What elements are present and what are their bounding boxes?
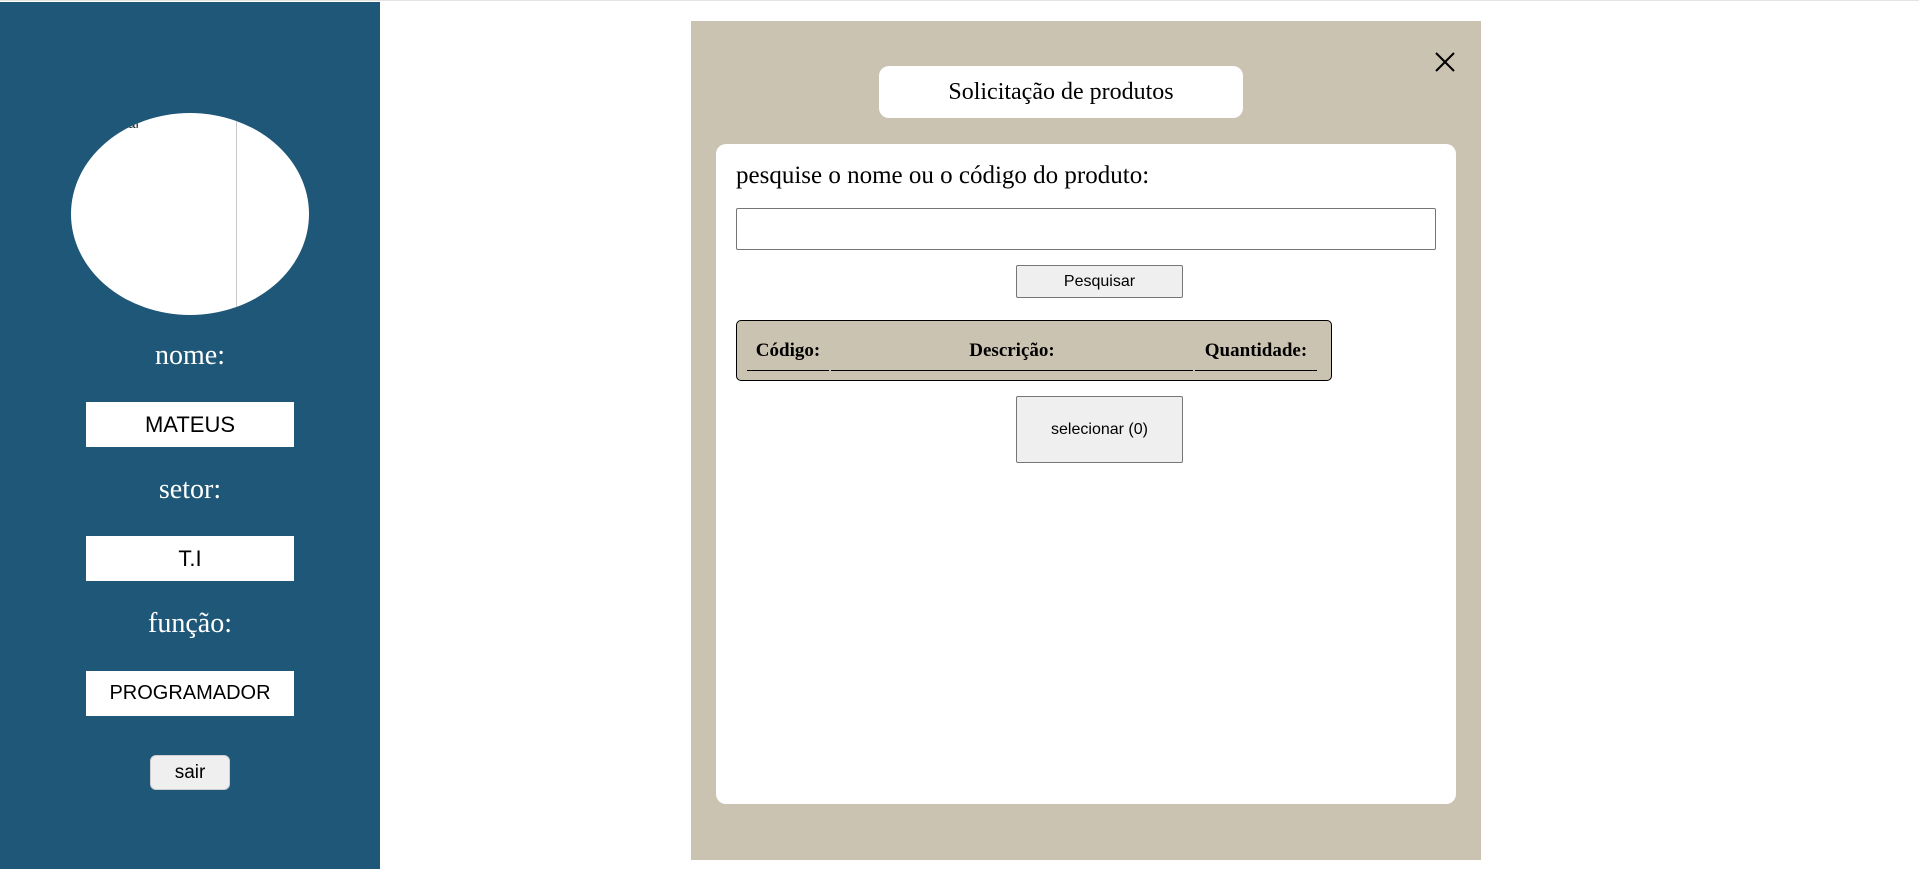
role-label: função: xyxy=(148,608,232,639)
avatar-alt-text: ual xyxy=(120,115,139,131)
table-header-row: Código: Descrição: Quantidade: xyxy=(747,331,1317,371)
header-description: Descrição: xyxy=(831,331,1193,371)
avatar: ual xyxy=(71,113,309,315)
results-table: Código: Descrição: Quantidade: xyxy=(736,320,1332,381)
sector-label: setor: xyxy=(158,474,222,505)
product-request-modal: Solicitação de produtos pesquise o nome … xyxy=(691,21,1481,860)
logout-button[interactable]: sair xyxy=(150,755,230,790)
sidebar: ual nome: MATEUS setor: T.I função: PROG… xyxy=(0,2,380,869)
search-label: pesquise o nome ou o código do produto: xyxy=(736,162,1150,189)
search-panel: pesquise o nome ou o código do produto: … xyxy=(716,144,1456,804)
select-button[interactable]: selecionar (0) xyxy=(1016,396,1183,463)
header-quantity: Quantidade: xyxy=(1195,331,1317,371)
search-button[interactable]: Pesquisar xyxy=(1016,265,1183,298)
name-value-box: MATEUS xyxy=(86,402,294,447)
name-label: nome: xyxy=(155,340,225,371)
header-code: Código: xyxy=(747,331,829,371)
avatar-image-edge xyxy=(236,113,237,315)
search-input[interactable] xyxy=(736,208,1436,250)
sector-value-box: T.I xyxy=(86,536,294,581)
role-value-box: PROGRAMADOR xyxy=(86,671,294,716)
top-border xyxy=(0,0,1919,1)
close-icon[interactable] xyxy=(1428,45,1462,79)
modal-title: Solicitação de produtos xyxy=(879,66,1243,118)
